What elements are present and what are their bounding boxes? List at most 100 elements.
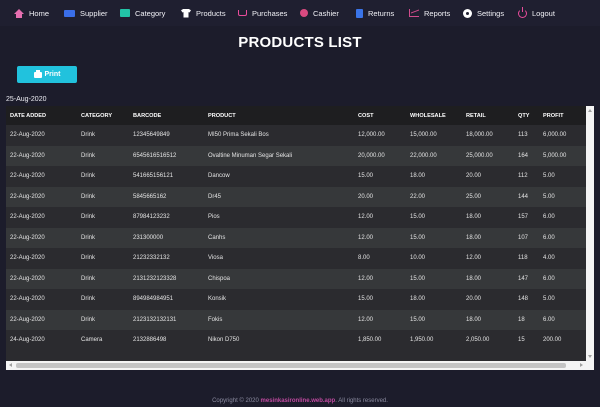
- table-cell: 25.00: [462, 186, 514, 207]
- table-cell: 20,000.00: [354, 145, 406, 166]
- table-cell: Drink: [77, 166, 129, 187]
- table-cell: 12.00: [354, 268, 406, 289]
- nav-category[interactable]: Category: [120, 0, 165, 26]
- nav-returns[interactable]: Returns: [356, 0, 394, 26]
- column-header[interactable]: BARCODE: [129, 106, 204, 125]
- table-cell: 894984984951: [129, 289, 204, 310]
- table-row[interactable]: 22-Aug-2020 Drink 87984123232 Pios 12.00 15.0…: [6, 207, 586, 228]
- table-cell: 164: [514, 145, 539, 166]
- table-cell: 18.00: [462, 227, 514, 248]
- column-header[interactable]: COST: [354, 106, 406, 125]
- table-cell: 2131232123328: [129, 268, 204, 289]
- table-cell: Chispoa: [204, 268, 354, 289]
- table-cell: 2132886498: [129, 330, 204, 351]
- column-header[interactable]: WHOLESALE: [406, 106, 462, 125]
- table-cell: 6545616516512: [129, 145, 204, 166]
- nav-supplier[interactable]: Supplier: [64, 0, 108, 26]
- table-cell: 6.00: [539, 268, 586, 289]
- table-cell: 5845665162: [129, 186, 204, 207]
- home-icon: [14, 8, 24, 18]
- table-cell: 157: [514, 207, 539, 228]
- nav-home[interactable]: Home: [14, 0, 49, 26]
- table-cell: 15.00: [406, 227, 462, 248]
- column-header[interactable]: CATEGORY: [77, 106, 129, 125]
- column-header[interactable]: PROFIT: [539, 106, 586, 125]
- table-cell: Dr45: [204, 186, 354, 207]
- table-row[interactable]: 22-Aug-2020 Drink 21232332132 Viosa 8.00 10.0…: [6, 248, 586, 269]
- table-row[interactable]: 22-Aug-2020 Drink 541665156121 Dancow 15.00 1…: [6, 166, 586, 187]
- column-header[interactable]: DATE ADDED: [6, 106, 77, 125]
- table-cell: Drink: [77, 145, 129, 166]
- table-cell: MI50 Prima Sekali Bos: [204, 125, 354, 146]
- column-header[interactable]: RETAIL: [462, 106, 514, 125]
- table-cell: 18.00: [406, 166, 462, 187]
- table-cell: 5.00: [539, 289, 586, 310]
- nav-label: Returns: [368, 8, 395, 18]
- table-row[interactable]: 22-Aug-2020 Drink 231300000 Canhs 12.00 15.00…: [6, 227, 586, 248]
- scrollbar-thumb[interactable]: [16, 363, 566, 368]
- scroll-right-arrow-icon[interactable]: [580, 363, 583, 367]
- table-cell: 22-Aug-2020: [6, 186, 77, 207]
- table-row[interactable]: 22-Aug-2020 Drink 12345649849 MI50 Prima Se…: [6, 125, 586, 146]
- table-cell: Drink: [77, 309, 129, 330]
- table-row[interactable]: 22-Aug-2020 Drink 2123132132131 Fokis 12.00 1…: [6, 309, 586, 330]
- table-cell: 22-Aug-2020: [6, 207, 77, 228]
- table-cell: 118: [514, 248, 539, 269]
- table-row[interactable]: 22-Aug-2020 Drink 2131232123328 Chispoa 12.0…: [6, 268, 586, 289]
- table-cell: 107: [514, 227, 539, 248]
- cart-icon: [238, 10, 247, 16]
- table-scroll-area[interactable]: DATE ADDED CATEGORY BARCODE PRODUCT COST WHOL…: [6, 106, 586, 367]
- table-cell: 22-Aug-2020: [6, 268, 77, 289]
- table-cell: Dancow: [204, 166, 354, 187]
- table-cell: 15.00: [354, 166, 406, 187]
- footer-brand-link[interactable]: mesinkasironline.web.app: [261, 398, 336, 404]
- table-cell: 12345649849: [129, 125, 204, 146]
- table-cell: 10.00: [406, 248, 462, 269]
- category-icon: [120, 9, 130, 17]
- returns-icon: [356, 8, 363, 18]
- table-row[interactable]: 24-Aug-2020 Camera 2132886498 Nikon D750 1,8…: [6, 330, 586, 351]
- table-cell: 25,000.00: [462, 145, 514, 166]
- table-row[interactable]: 22-Aug-2020 Drink 6545616516512 Ovaltine Mi…: [6, 145, 586, 166]
- page-title: PRODUCTS LIST: [238, 34, 362, 51]
- table-cell: Ovaltine Minuman Segar Sekali: [204, 145, 354, 166]
- table-cell: Konsik: [204, 289, 354, 310]
- table-cell: 1,850.00: [354, 330, 406, 351]
- scroll-down-arrow-icon[interactable]: [588, 355, 592, 358]
- nav-purchases[interactable]: Purchases: [238, 0, 287, 26]
- table-cell: 231300000: [129, 227, 204, 248]
- table-row[interactable]: 22-Aug-2020 Drink 894984984951 Konsik 15.00 1…: [6, 289, 586, 310]
- scroll-up-arrow-icon[interactable]: [588, 109, 592, 112]
- table-cell: 15: [514, 330, 539, 351]
- nav-logout[interactable]: Logout: [518, 0, 555, 26]
- table-cell: 22-Aug-2020: [6, 125, 77, 146]
- print-button[interactable]: Print: [17, 66, 77, 83]
- table-cell: 18.00: [406, 289, 462, 310]
- table-cell: 15.00: [406, 207, 462, 228]
- table-cell: 12.00: [462, 248, 514, 269]
- table-cell: 144: [514, 186, 539, 207]
- table-cell: 22-Aug-2020: [6, 145, 77, 166]
- table-cell: 15.00: [354, 289, 406, 310]
- table-cell: 12.00: [354, 227, 406, 248]
- table-row[interactable]: 22-Aug-2020 Drink 5845665162 Dr45 20.00 22.00…: [6, 186, 586, 207]
- table-cell: 12.00: [354, 207, 406, 228]
- vertical-scrollbar[interactable]: [586, 106, 594, 370]
- table-cell: Pios: [204, 207, 354, 228]
- column-header[interactable]: QTY: [514, 106, 539, 125]
- nav-products[interactable]: Products: [181, 0, 226, 26]
- table-cell: 12.00: [354, 309, 406, 330]
- table-cell: 5.00: [539, 186, 586, 207]
- nav-settings[interactable]: Settings: [463, 0, 504, 26]
- horizontal-scrollbar[interactable]: [6, 361, 586, 370]
- gear-icon: [463, 8, 472, 18]
- nav-reports[interactable]: Reports: [409, 0, 450, 26]
- top-navbar: Home Supplier Category Products Purchases Cas…: [0, 0, 600, 26]
- products-table-container: DATE ADDED CATEGORY BARCODE PRODUCT COST WHOL…: [6, 106, 594, 370]
- nav-label: Purchases: [252, 8, 288, 18]
- footer: Copyright © 2020 mesinkasironline.web.ap…: [0, 398, 600, 404]
- scroll-left-arrow-icon[interactable]: [9, 363, 12, 367]
- nav-cashier[interactable]: Cashier: [300, 0, 339, 26]
- table-cell: 18.00: [462, 309, 514, 330]
- column-header[interactable]: PRODUCT: [204, 106, 354, 125]
